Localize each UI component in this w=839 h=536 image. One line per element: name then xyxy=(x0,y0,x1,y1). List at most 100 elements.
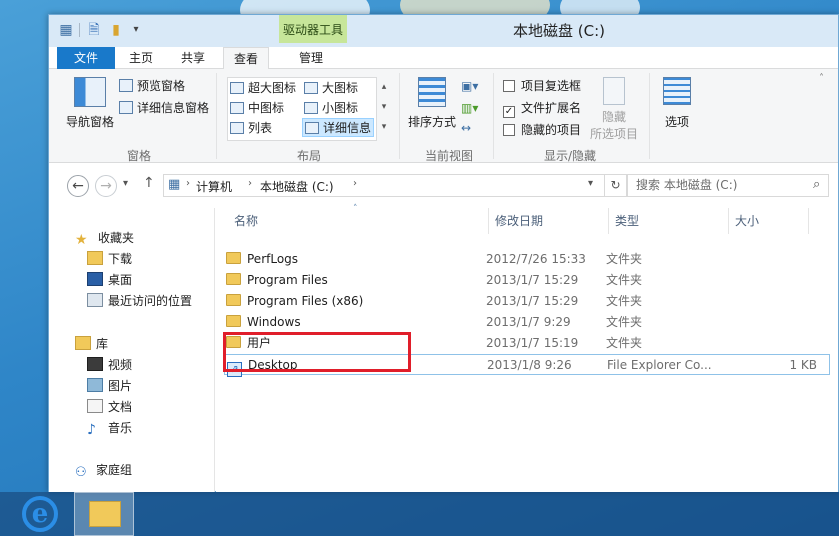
breadcrumb-computer[interactable]: 计算机 xyxy=(196,178,232,195)
column-header-type[interactable]: 类型 xyxy=(615,208,715,234)
options-icon xyxy=(663,77,691,105)
downloads-icon xyxy=(87,251,103,265)
size-columns-icon[interactable]: ↔ xyxy=(461,121,487,137)
nav-documents[interactable]: 文档 xyxy=(87,397,132,417)
forward-button[interactable]: → xyxy=(95,175,117,197)
breadcrumb-chevron-icon: › xyxy=(353,178,357,189)
search-icon[interactable]: ⌕ xyxy=(813,177,820,192)
address-dropdown-icon[interactable]: ▾ xyxy=(588,178,593,189)
group-label-pane: 窗格 xyxy=(126,149,151,163)
item-checkboxes-checkbox[interactable] xyxy=(503,80,515,92)
hide-selected-button[interactable]: 隐藏 所选项目 xyxy=(587,77,641,141)
small-icons-icon xyxy=(304,102,318,114)
file-type-cell: 文件夹 xyxy=(606,294,643,308)
column-header-size[interactable]: 大小 xyxy=(735,208,795,234)
tab-view[interactable]: 查看 xyxy=(223,47,269,70)
extra-large-icons-icon xyxy=(230,82,244,94)
preview-pane-label: 预览窗格 xyxy=(137,79,186,93)
sort-by-label: 排序方式 xyxy=(407,115,456,129)
sort-by-icon xyxy=(418,77,446,107)
file-explorer-icon xyxy=(89,501,121,527)
file-modified-cell: 2012/7/26 15:33 xyxy=(486,252,586,266)
file-name-cell: Program Files (x86) xyxy=(226,291,363,312)
file-extensions-checkbox[interactable]: ✓ xyxy=(503,106,515,118)
breadcrumb-chevron-icon: › xyxy=(186,178,190,189)
recent-locations-icon[interactable]: ▾ xyxy=(123,178,128,189)
back-button[interactable]: ← xyxy=(67,175,89,197)
refresh-button[interactable]: ↻ xyxy=(605,174,627,197)
window-title: 本地磁盘 (C:) xyxy=(513,22,605,40)
details-pane-button[interactable]: 详细信息窗格 xyxy=(119,99,209,118)
layout-small-icons[interactable]: 小图标 xyxy=(304,99,358,118)
nav-libraries[interactable]: 库 xyxy=(75,334,108,354)
tab-share[interactable]: 共享 xyxy=(173,47,213,69)
nav-videos[interactable]: 视频 xyxy=(87,355,132,375)
nav-pane-label: 导航窗格 xyxy=(65,115,114,129)
folder-icon xyxy=(226,252,241,264)
options-button[interactable]: 选项 xyxy=(655,77,699,141)
file-row[interactable]: Program Files 2013/1/7 15:29 文件夹 xyxy=(224,270,830,291)
up-button[interactable]: ↑ xyxy=(143,175,155,191)
nav-music[interactable]: ♪ 音乐 xyxy=(87,418,132,438)
column-header-modified[interactable]: 修改日期 xyxy=(495,208,605,234)
layout-large-icons[interactable]: 大图标 xyxy=(304,79,358,98)
computer-icon: ▦ xyxy=(168,177,181,192)
nav-favorites[interactable]: ★ 收藏夹 xyxy=(75,228,134,248)
preview-pane-button[interactable]: 预览窗格 xyxy=(119,77,185,96)
breadcrumb-drive[interactable]: 本地磁盘 (C:) xyxy=(260,178,334,195)
file-row[interactable]: PerfLogs 2012/7/26 15:33 文件夹 xyxy=(224,249,830,270)
file-row[interactable]: Windows 2013/1/7 9:29 文件夹 xyxy=(224,312,830,333)
taskbar-explorer-button[interactable] xyxy=(74,492,134,536)
group-by-icon[interactable]: ▣▾ xyxy=(461,79,487,95)
tab-home[interactable]: 主页 xyxy=(121,47,161,69)
customize-qat-icon[interactable]: ▾ xyxy=(129,21,143,39)
properties-icon[interactable]: 🗎 xyxy=(85,21,103,39)
new-folder-icon[interactable]: ▮ xyxy=(107,21,125,39)
item-checkboxes-toggle[interactable]: 项目复选框 xyxy=(503,77,581,96)
sort-by-button[interactable]: 排序方式 xyxy=(405,77,459,141)
layout-gallery-scroll[interactable]: ▴ ▾ ▾ xyxy=(377,77,391,141)
search-input[interactable]: 搜索 本地磁盘 (C:) xyxy=(627,174,829,197)
file-type-cell: 文件夹 xyxy=(606,315,643,329)
library-icon xyxy=(75,336,91,350)
hidden-items-checkbox[interactable] xyxy=(503,124,515,136)
nav-homegroup[interactable]: ⚇ 家庭组 xyxy=(75,460,132,480)
column-header-name[interactable]: 名称 xyxy=(234,208,474,234)
large-icons-icon xyxy=(304,82,318,94)
nav-desktop[interactable]: 桌面 xyxy=(87,270,132,290)
internet-explorer-icon[interactable]: e xyxy=(22,496,58,532)
collapse-ribbon-icon[interactable]: ˄ xyxy=(819,73,824,84)
nav-pane-button[interactable]: 导航窗格 xyxy=(63,77,117,143)
details-pane-icon xyxy=(119,101,133,114)
file-name-cell: Windows xyxy=(226,312,301,333)
homegroup-icon: ⚇ xyxy=(75,465,87,480)
layout-extra-large-icons[interactable]: 超大图标 xyxy=(230,79,296,98)
nav-pictures[interactable]: 图片 xyxy=(87,376,132,396)
hidden-items-toggle[interactable]: 隐藏的项目 xyxy=(503,121,581,140)
file-modified-cell: 2013/1/7 15:29 xyxy=(486,273,579,287)
group-label-show-hide: 显示/隐藏 xyxy=(543,149,597,163)
nav-pane-icon xyxy=(74,77,106,107)
address-box[interactable]: ▦ › 计算机 › 本地磁盘 (C:) › ▾ xyxy=(163,174,605,197)
file-row[interactable]: Program Files (x86) 2013/1/7 15:29 文件夹 xyxy=(224,291,830,312)
video-icon xyxy=(87,357,103,371)
tab-file[interactable]: 文件 xyxy=(57,47,115,69)
title-bar: ▦ 🗎 ▮ ▾ 驱动器工具 本地磁盘 (C:) xyxy=(49,15,838,47)
layout-details[interactable]: 详细信息 xyxy=(302,118,375,137)
ribbon: 导航窗格 预览窗格 详细信息窗格 窗格 超大图标 大图标 中图标 小图标 列表 … xyxy=(49,69,838,163)
file-extensions-toggle[interactable]: ✓ 文件扩展名 xyxy=(503,99,581,118)
file-modified-cell: 2013/1/7 15:19 xyxy=(486,336,579,350)
nav-downloads[interactable]: 下载 xyxy=(87,249,132,269)
file-size-cell: 1 KB xyxy=(789,358,817,372)
details-icon xyxy=(305,122,319,134)
item-checkboxes-label: 项目复选框 xyxy=(521,79,582,93)
add-columns-icon[interactable]: ▥▾ xyxy=(461,101,487,117)
layout-medium-icons[interactable]: 中图标 xyxy=(230,99,284,118)
medium-icons-icon xyxy=(230,102,244,114)
preview-pane-icon xyxy=(119,79,133,92)
hide-selected-icon xyxy=(603,77,625,105)
group-label-layout: 布局 xyxy=(296,149,321,163)
nav-recent-places[interactable]: 最近访问的位置 xyxy=(87,291,192,311)
tab-manage[interactable]: 管理 xyxy=(289,47,333,69)
layout-list[interactable]: 列表 xyxy=(230,119,272,138)
